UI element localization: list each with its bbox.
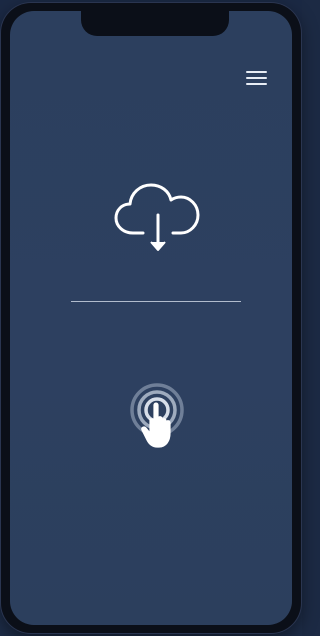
page-background — [0, 0, 302, 636]
phone-notch — [81, 11, 229, 36]
cloud-download-icon[interactable] — [113, 181, 203, 257]
menu-line-top — [246, 71, 267, 73]
touch-tap-icon[interactable] — [126, 381, 192, 453]
touch-tap-glyph — [130, 383, 184, 448]
section-divider — [71, 301, 241, 302]
menu-line-middle — [246, 77, 267, 79]
phone-screen — [10, 11, 292, 625]
hamburger-menu-icon[interactable] — [243, 69, 269, 89]
menu-line-bottom — [246, 83, 267, 85]
cloud-download-glyph — [114, 183, 200, 251]
phone-frame — [1, 3, 301, 633]
